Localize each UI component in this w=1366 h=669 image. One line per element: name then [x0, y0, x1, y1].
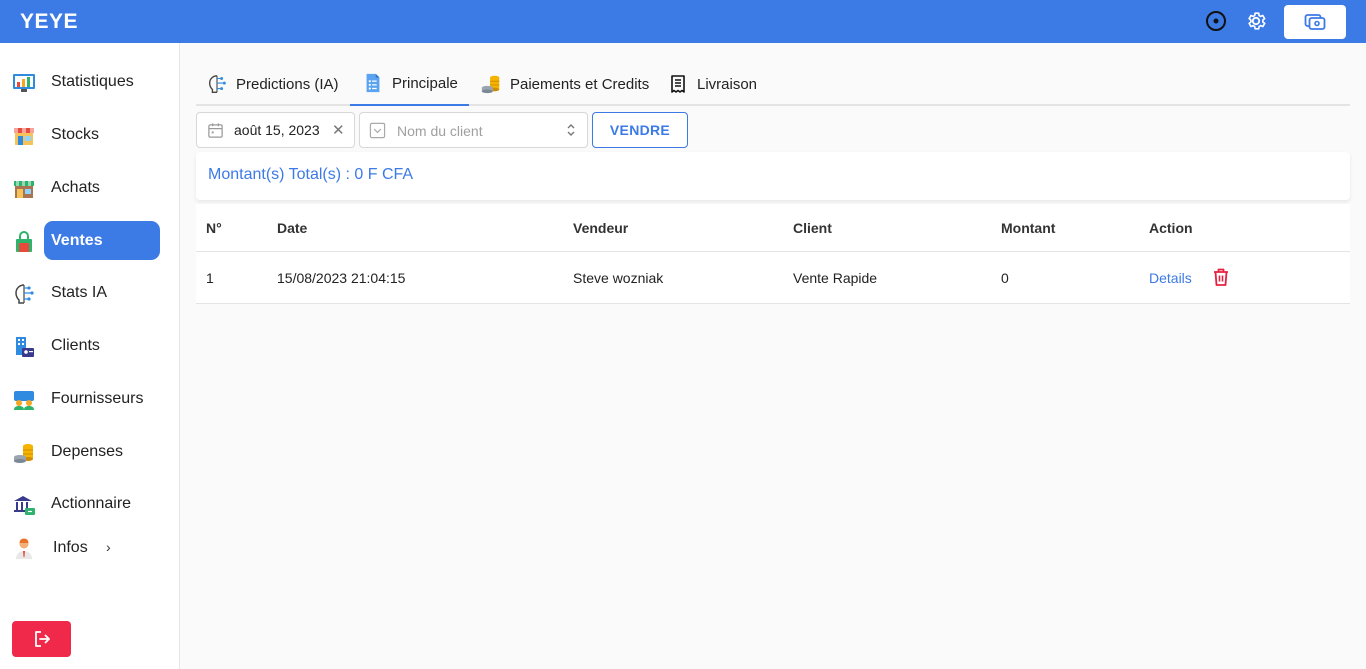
sidebar-item-label: Statistiques: [51, 73, 134, 90]
column-header-montant: Montant: [1001, 220, 1056, 236]
details-link[interactable]: Details: [1149, 270, 1192, 286]
sidebar-item-label: Actionnaire: [51, 495, 132, 512]
logout-icon: [34, 631, 50, 647]
sidebar-item-label: Fournisseurs: [51, 390, 144, 407]
tab-paiements[interactable]: Paiements et Credits: [480, 62, 649, 106]
tab-principale[interactable]: Principale: [350, 62, 469, 106]
client-placeholder: Nom du client: [397, 123, 483, 139]
tab-label: Predictions (IA): [236, 75, 339, 93]
sidebar-item-label: Ventes: [51, 232, 103, 249]
screen-icon: [1304, 14, 1326, 30]
tab-predictions[interactable]: Predictions (IA): [206, 62, 339, 106]
column-header-action: Action: [1149, 220, 1193, 236]
gear-icon[interactable]: [1244, 9, 1268, 33]
top-bar: YEYE: [0, 0, 1366, 43]
sidebar-item-statistiques[interactable]: Statistiques: [0, 62, 180, 100]
sidebar: Statistiques Stocks Achats Ventes Stats …: [0, 43, 180, 669]
chevron-right-icon: ›: [106, 539, 111, 555]
divider: [196, 303, 1350, 304]
cell-date: 15/08/2023 21:04:15: [277, 270, 406, 286]
brain-icon: [206, 73, 228, 95]
screen-button[interactable]: [1284, 5, 1346, 39]
brain-icon: [12, 282, 36, 306]
bank-icon: [12, 493, 36, 517]
coins-icon: [12, 441, 36, 465]
sidebar-item-ventes[interactable]: Ventes: [0, 221, 180, 260]
chevron-updown-icon: [565, 122, 577, 143]
cell-vendeur: Steve wozniak: [573, 270, 664, 286]
sidebar-item-depenses[interactable]: Depenses: [0, 432, 180, 470]
sidebar-item-stocks[interactable]: Stocks: [0, 115, 180, 153]
sales-table: N° Date Vendeur Client Montant Action 1 …: [196, 204, 1350, 304]
calendar-icon: [207, 122, 224, 144]
target-icon[interactable]: [1204, 9, 1228, 33]
sidebar-item-stats-ia[interactable]: Stats IA: [0, 273, 180, 311]
shopping-bag-icon: [12, 230, 36, 254]
suppliers-icon: [12, 388, 36, 412]
sidebar-item-label: Infos: [53, 539, 88, 556]
clear-icon[interactable]: ✕: [332, 121, 345, 139]
column-header-vendeur: Vendeur: [573, 220, 629, 236]
cell-num: 1: [206, 270, 214, 286]
column-header-num: N°: [206, 220, 222, 236]
sidebar-item-label: Stats IA: [51, 284, 108, 301]
date-picker[interactable]: août 15, 2023 ✕: [196, 112, 355, 148]
tab-bar: Predictions (IA) Principale Paiements et…: [196, 62, 1350, 106]
coins-icon: [480, 73, 502, 95]
store-icon: [12, 124, 36, 148]
sidebar-item-label: Achats: [51, 179, 100, 196]
total-amount: Montant(s) Total(s) : 0 F CFA: [208, 166, 414, 183]
client-select[interactable]: Nom du client: [359, 112, 588, 148]
tab-livraison[interactable]: Livraison: [667, 62, 757, 106]
clients-icon: [12, 335, 36, 359]
shop-icon: [12, 177, 36, 201]
document-list-icon: [362, 72, 384, 94]
sidebar-item-actionnaire[interactable]: Actionnaire: [0, 484, 180, 522]
sidebar-item-fournisseurs[interactable]: Fournisseurs: [0, 379, 180, 417]
sidebar-item-label: Depenses: [51, 443, 124, 460]
logout-button[interactable]: [12, 621, 71, 657]
sidebar-item-clients[interactable]: Clients: [0, 326, 180, 364]
sidebar-item-label: Stocks: [51, 126, 100, 143]
divider: [196, 251, 1350, 252]
cell-montant: 0: [1001, 270, 1009, 286]
tab-label: Livraison: [697, 75, 758, 93]
tab-label: Paiements et Credits: [510, 75, 650, 93]
sidebar-item-achats[interactable]: Achats: [0, 168, 180, 206]
person-icon: [12, 537, 36, 561]
date-value: août 15, 2023: [234, 122, 320, 138]
vendre-button[interactable]: VENDRE: [592, 112, 688, 148]
tab-label: Principale: [392, 74, 458, 92]
sidebar-item-label: Clients: [51, 337, 100, 354]
stats-chart-icon: [12, 71, 36, 95]
cell-client: Vente Rapide: [793, 270, 878, 286]
app-title: YEYE: [20, 10, 79, 33]
column-header-date: Date: [277, 220, 308, 236]
total-summary-card: Montant(s) Total(s) : 0 F CFA: [196, 152, 1350, 200]
sidebar-item-infos[interactable]: Infos ›: [0, 528, 180, 566]
trash-icon[interactable]: [1212, 267, 1230, 292]
receipt-icon: [667, 73, 689, 95]
column-header-client: Client: [793, 220, 832, 236]
dropdown-box-icon: [369, 122, 386, 144]
